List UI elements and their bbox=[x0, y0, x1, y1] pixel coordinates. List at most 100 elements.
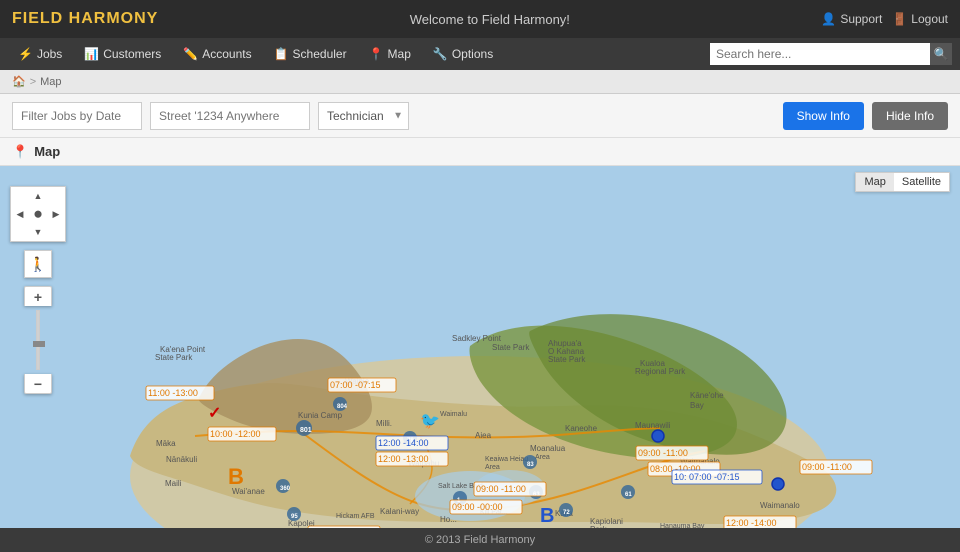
svg-text:🐦: 🐦 bbox=[420, 413, 440, 430]
svg-text:State Park: State Park bbox=[492, 343, 530, 352]
svg-text:State Park: State Park bbox=[155, 353, 193, 362]
address-input[interactable] bbox=[150, 102, 310, 130]
nav-left-button[interactable]: ◀ bbox=[11, 205, 29, 223]
nav-up-button[interactable]: ▲ bbox=[29, 187, 47, 205]
hide-info-button[interactable]: Hide Info bbox=[872, 102, 948, 130]
svg-text:07:00 -07:15: 07:00 -07:15 bbox=[330, 380, 381, 390]
map-section-header: 📍 Map bbox=[0, 138, 960, 166]
zoom-bar[interactable] bbox=[36, 310, 40, 370]
svg-text:Ho...: Ho... bbox=[440, 515, 457, 524]
nav-center-button[interactable]: ⬤ bbox=[29, 205, 47, 223]
map-controls: ▲ ◀ ⬤ ▶ ▼ 🚶 + − bbox=[10, 186, 66, 394]
svg-text:Aiea: Aiea bbox=[475, 431, 492, 440]
svg-text:09:00 -11:00: 09:00 -11:00 bbox=[476, 484, 526, 494]
support-icon: 👤 bbox=[821, 12, 836, 26]
app-footer: © 2013 Field Harmony bbox=[0, 528, 960, 552]
svg-text:801: 801 bbox=[300, 427, 312, 434]
nav-se-cell bbox=[47, 223, 65, 241]
map-container[interactable]: Ka'ena Point State Park Sadkley Point St… bbox=[0, 166, 960, 528]
street-view-button[interactable]: 🚶 bbox=[24, 250, 52, 278]
svg-text:09:00 -11:00: 09:00 -11:00 bbox=[802, 462, 852, 472]
zoom-handle[interactable] bbox=[33, 341, 45, 347]
options-icon: 🔧 bbox=[433, 47, 448, 61]
jobs-icon: ⚡ bbox=[18, 47, 33, 61]
footer-text: © 2013 Field Harmony bbox=[425, 534, 535, 546]
svg-text:Sadkley Point: Sadkley Point bbox=[452, 334, 502, 343]
toolbar: Technician ▼ Show Info Hide Info bbox=[0, 94, 960, 138]
svg-text:12:00 -14:00: 12:00 -14:00 bbox=[726, 518, 777, 528]
svg-text:Milli.: Milli. bbox=[376, 419, 392, 428]
svg-text:10: 07:00 -07:15: 10: 07:00 -07:15 bbox=[674, 472, 740, 482]
svg-text:Māka: Māka bbox=[156, 439, 176, 448]
svg-text:Maunawili: Maunawili bbox=[635, 421, 671, 430]
nav-item-jobs[interactable]: ⚡ Jobs bbox=[8, 38, 72, 70]
svg-text:Area: Area bbox=[535, 454, 550, 461]
support-button[interactable]: 👤 Support bbox=[821, 12, 882, 26]
svg-text:Hanauma Bay: Hanauma Bay bbox=[660, 523, 705, 528]
header-title: Welcome to Field Harmony! bbox=[410, 12, 570, 27]
svg-text:Bay: Bay bbox=[690, 401, 704, 410]
svg-text:11:00 -13:00: 11:00 -13:00 bbox=[148, 388, 198, 398]
nav-right-button[interactable]: ▶ bbox=[47, 205, 65, 223]
search-input[interactable] bbox=[710, 43, 930, 65]
svg-text:Moanalua: Moanalua bbox=[530, 444, 566, 453]
app-header: FIELD HARMONY Welcome to Field Harmony! … bbox=[0, 0, 960, 38]
nav-item-customers[interactable]: 📊 Customers bbox=[74, 38, 171, 70]
svg-text:10:00 -12:00: 10:00 -12:00 bbox=[210, 429, 261, 439]
logo-text: FIELD bbox=[12, 10, 63, 27]
zoom-out-button[interactable]: − bbox=[24, 374, 52, 394]
nav-ne-cell bbox=[47, 187, 65, 205]
map-type-satellite-button[interactable]: Satellite bbox=[894, 173, 949, 191]
app-logo: FIELD HARMONY bbox=[12, 10, 158, 28]
svg-text:Regional Park: Regional Park bbox=[635, 367, 686, 376]
nav-sw-cell bbox=[11, 223, 29, 241]
search-container: 🔍 bbox=[710, 43, 952, 65]
customers-icon: 📊 bbox=[84, 47, 99, 61]
svg-text:09:00 -11:00: 09:00 -11:00 bbox=[638, 448, 688, 458]
header-actions: 👤 Support 🚪 Logout bbox=[821, 12, 948, 26]
svg-text:B: B bbox=[540, 505, 554, 527]
svg-text:Kalani-way: Kalani-way bbox=[380, 507, 419, 516]
filter-jobs-input[interactable] bbox=[12, 102, 142, 130]
svg-text:09:00 -00:00: 09:00 -00:00 bbox=[452, 502, 503, 512]
technician-select[interactable]: Technician bbox=[318, 102, 409, 130]
breadcrumb-home[interactable]: 🏠 bbox=[12, 75, 26, 88]
svg-text:83: 83 bbox=[527, 462, 534, 468]
nav-item-options[interactable]: 🔧 Options bbox=[423, 38, 503, 70]
nav-nw-cell bbox=[11, 187, 29, 205]
map-navigation-cluster: ▲ ◀ ⬤ ▶ ▼ bbox=[10, 186, 66, 242]
logo-text2: HARMONY bbox=[63, 10, 158, 27]
map-type-map-button[interactable]: Map bbox=[856, 173, 893, 191]
svg-text:Kāne'ohe: Kāne'ohe bbox=[690, 391, 724, 400]
svg-text:61: 61 bbox=[625, 492, 632, 498]
show-info-button[interactable]: Show Info bbox=[783, 102, 864, 130]
svg-text:72: 72 bbox=[563, 510, 570, 516]
zoom-in-button[interactable]: + bbox=[24, 286, 52, 306]
logout-button[interactable]: 🚪 Logout bbox=[892, 12, 948, 26]
svg-text:Maili: Maili bbox=[165, 479, 182, 488]
svg-text:Kaneohe: Kaneohe bbox=[565, 424, 598, 433]
svg-text:Kunia Camp: Kunia Camp bbox=[298, 411, 343, 420]
map-type-selector: Map Satellite bbox=[855, 172, 950, 192]
nav-item-accounts[interactable]: ✏️ Accounts bbox=[173, 38, 261, 70]
svg-text:Nānākuli: Nānākuli bbox=[166, 455, 197, 464]
breadcrumb-current: Map bbox=[40, 76, 61, 88]
nav-down-button[interactable]: ▼ bbox=[29, 223, 47, 241]
logout-icon: 🚪 bbox=[892, 12, 907, 26]
search-button[interactable]: 🔍 bbox=[930, 43, 952, 65]
svg-text:95: 95 bbox=[291, 514, 298, 520]
map-icon: 📍 bbox=[369, 47, 384, 61]
navbar: ⚡ Jobs 📊 Customers ✏️ Accounts 📋 Schedul… bbox=[0, 38, 960, 70]
svg-text:B: B bbox=[228, 464, 244, 489]
nav-item-scheduler[interactable]: 📋 Scheduler bbox=[264, 38, 357, 70]
accounts-icon: ✏️ bbox=[183, 47, 198, 61]
technician-select-wrap: Technician ▼ bbox=[318, 102, 409, 130]
nav-item-map[interactable]: 📍 Map bbox=[359, 38, 421, 70]
svg-text:Hickam AFB: Hickam AFB bbox=[336, 513, 375, 520]
svg-text:12:00 -13:00: 12:00 -13:00 bbox=[378, 454, 429, 464]
svg-text:Keaiwa Heiau: Keaiwa Heiau bbox=[485, 456, 528, 463]
map-pin-icon: 📍 bbox=[12, 144, 28, 160]
svg-text:Park: Park bbox=[590, 525, 607, 528]
svg-text:Area: Area bbox=[485, 464, 500, 471]
scheduler-icon: 📋 bbox=[274, 47, 289, 61]
